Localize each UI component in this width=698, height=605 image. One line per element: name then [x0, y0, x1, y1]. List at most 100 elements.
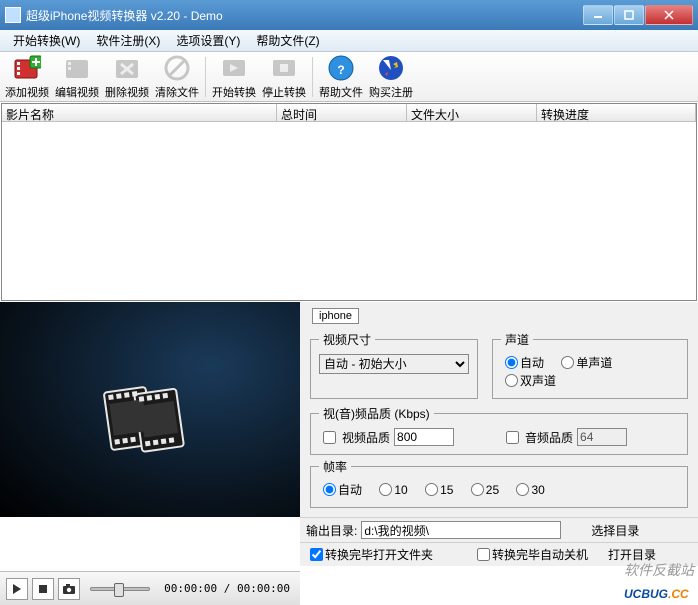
video-size-group: 视频尺寸 自动 - 初始大小	[310, 331, 478, 399]
snapshot-button[interactable]	[58, 578, 80, 600]
play-button[interactable]	[6, 578, 28, 600]
file-list: 影片名称 总时间 文件大小 转换进度	[1, 103, 697, 301]
open-folder-label: 转换完毕打开文件夹	[325, 546, 433, 563]
channel-mono-label: 单声道	[576, 354, 612, 371]
delete-video-button[interactable]: 删除视频	[102, 54, 152, 100]
quality-group: 视(音)频品质 (Kbps) 视频品质 音频品质	[310, 405, 688, 455]
preview-bg	[0, 302, 300, 517]
menubar: 开始转换(W) 软件注册(X) 选项设置(Y) 帮助文件(Z)	[0, 30, 698, 52]
player-bar: 00:00:00 / 00:00:00	[0, 571, 300, 605]
toolbar: 添加视频 编辑视频 删除视频 清除文件 开始转换 停止转换 ? 帮助文件 购买注…	[0, 52, 698, 102]
add-video-label: 添加视频	[5, 84, 49, 100]
col-duration[interactable]: 总时间	[277, 104, 407, 121]
output-options-row: 转换完毕打开文件夹 转换完毕自动关机 打开目录	[300, 542, 698, 566]
fps-10-radio[interactable]	[379, 483, 392, 496]
minimize-button[interactable]	[583, 5, 613, 25]
delete-video-label: 删除视频	[105, 84, 149, 100]
tab-iphone[interactable]: iphone	[312, 308, 359, 324]
shutdown-check[interactable]	[477, 548, 490, 561]
video-quality-label: 视频品质	[342, 429, 390, 446]
channel-mono-radio[interactable]	[561, 356, 574, 369]
channel-stereo-label: 双声道	[520, 372, 556, 389]
menu-help[interactable]: 帮助文件(Z)	[248, 30, 327, 51]
browse-label[interactable]: 选择目录	[591, 522, 639, 539]
add-video-button[interactable]: 添加视频	[2, 54, 52, 100]
film-reel-icon	[95, 372, 206, 468]
stop-convert-icon	[270, 54, 298, 82]
fps-15-label: 15	[440, 483, 453, 497]
window-controls	[583, 5, 693, 25]
start-convert-icon	[220, 54, 248, 82]
help-icon: ?	[327, 54, 355, 82]
audio-quality-input	[577, 428, 627, 446]
video-quality-check[interactable]	[323, 431, 336, 444]
delete-video-icon	[113, 54, 141, 82]
output-label: 输出目录:	[306, 522, 357, 539]
fps-25-label: 25	[486, 483, 499, 497]
watermark: 软件反截站 UCBUG.CC	[624, 560, 694, 605]
preview-panel	[0, 302, 300, 517]
menu-register[interactable]: 软件注册(X)	[88, 30, 168, 51]
buy-button[interactable]: 购买注册	[366, 54, 416, 100]
slider-thumb[interactable]	[114, 583, 124, 597]
fps-25-radio[interactable]	[471, 483, 484, 496]
edit-video-label: 编辑视频	[55, 84, 99, 100]
col-progress[interactable]: 转换进度	[537, 104, 696, 121]
window-title: 超级iPhone视频转换器 v2.20 - Demo	[26, 7, 583, 24]
watermark-main: UCBUG.CC	[624, 574, 694, 605]
video-quality-input[interactable]	[394, 428, 454, 446]
fps-legend: 帧率	[319, 458, 351, 475]
help-button[interactable]: ? 帮助文件	[316, 54, 366, 100]
add-video-icon	[13, 54, 41, 82]
audio-quality-check[interactable]	[506, 431, 519, 444]
shutdown-label: 转换完毕自动关机	[492, 546, 588, 563]
maximize-button[interactable]	[614, 5, 644, 25]
video-size-legend: 视频尺寸	[319, 331, 375, 348]
edit-video-icon	[63, 54, 91, 82]
channel-group: 声道 自动 单声道 双声道	[492, 331, 688, 399]
fps-30-label: 30	[531, 483, 544, 497]
clear-files-icon	[163, 54, 191, 82]
svg-text:?: ?	[337, 63, 344, 77]
stop-convert-button[interactable]: 停止转换	[259, 54, 309, 100]
col-size[interactable]: 文件大小	[407, 104, 537, 121]
col-name[interactable]: 影片名称	[2, 104, 277, 121]
open-dir-label[interactable]: 打开目录	[608, 546, 656, 563]
fps-auto-radio[interactable]	[323, 483, 336, 496]
titlebar: 超级iPhone视频转换器 v2.20 - Demo	[0, 0, 698, 30]
audio-quality-label: 音频品质	[525, 429, 573, 446]
clear-files-button[interactable]: 清除文件	[152, 54, 202, 100]
clear-files-label: 清除文件	[155, 84, 199, 100]
menu-start[interactable]: 开始转换(W)	[5, 30, 88, 51]
edit-video-button[interactable]: 编辑视频	[52, 54, 102, 100]
buy-icon	[377, 54, 405, 82]
stop-convert-label: 停止转换	[262, 84, 306, 100]
list-body[interactable]	[2, 122, 696, 300]
output-row: 输出目录: 选择目录	[300, 517, 698, 542]
channel-legend: 声道	[501, 331, 533, 348]
open-folder-check[interactable]	[310, 548, 323, 561]
fps-15-radio[interactable]	[425, 483, 438, 496]
fps-auto-label: 自动	[338, 481, 362, 498]
settings-panel: iphone 视频尺寸 自动 - 初始大小 声道 自动 单声道 双声道 视(音)…	[300, 302, 698, 517]
start-convert-button[interactable]: 开始转换	[209, 54, 259, 100]
video-size-select[interactable]: 自动 - 初始大小	[319, 354, 469, 374]
quality-legend: 视(音)频品质 (Kbps)	[319, 405, 434, 422]
fps-10-label: 10	[394, 483, 407, 497]
stop-button[interactable]	[32, 578, 54, 600]
volume-slider[interactable]	[90, 587, 150, 591]
list-header: 影片名称 总时间 文件大小 转换进度	[2, 104, 696, 122]
toolbar-separator	[205, 57, 206, 97]
close-button[interactable]	[645, 5, 693, 25]
menu-options[interactable]: 选项设置(Y)	[168, 30, 248, 51]
channel-stereo-radio[interactable]	[505, 374, 518, 387]
channel-auto-label: 自动	[520, 354, 544, 371]
start-convert-label: 开始转换	[212, 84, 256, 100]
channel-auto-radio[interactable]	[505, 356, 518, 369]
toolbar-separator	[312, 57, 313, 97]
bottom-area: iphone 视频尺寸 自动 - 初始大小 声道 自动 单声道 双声道 视(音)…	[0, 302, 698, 517]
buy-label: 购买注册	[369, 84, 413, 100]
output-path-input[interactable]	[361, 521, 561, 539]
fps-group: 帧率 自动 10 15 25 30	[310, 458, 688, 508]
fps-30-radio[interactable]	[516, 483, 529, 496]
